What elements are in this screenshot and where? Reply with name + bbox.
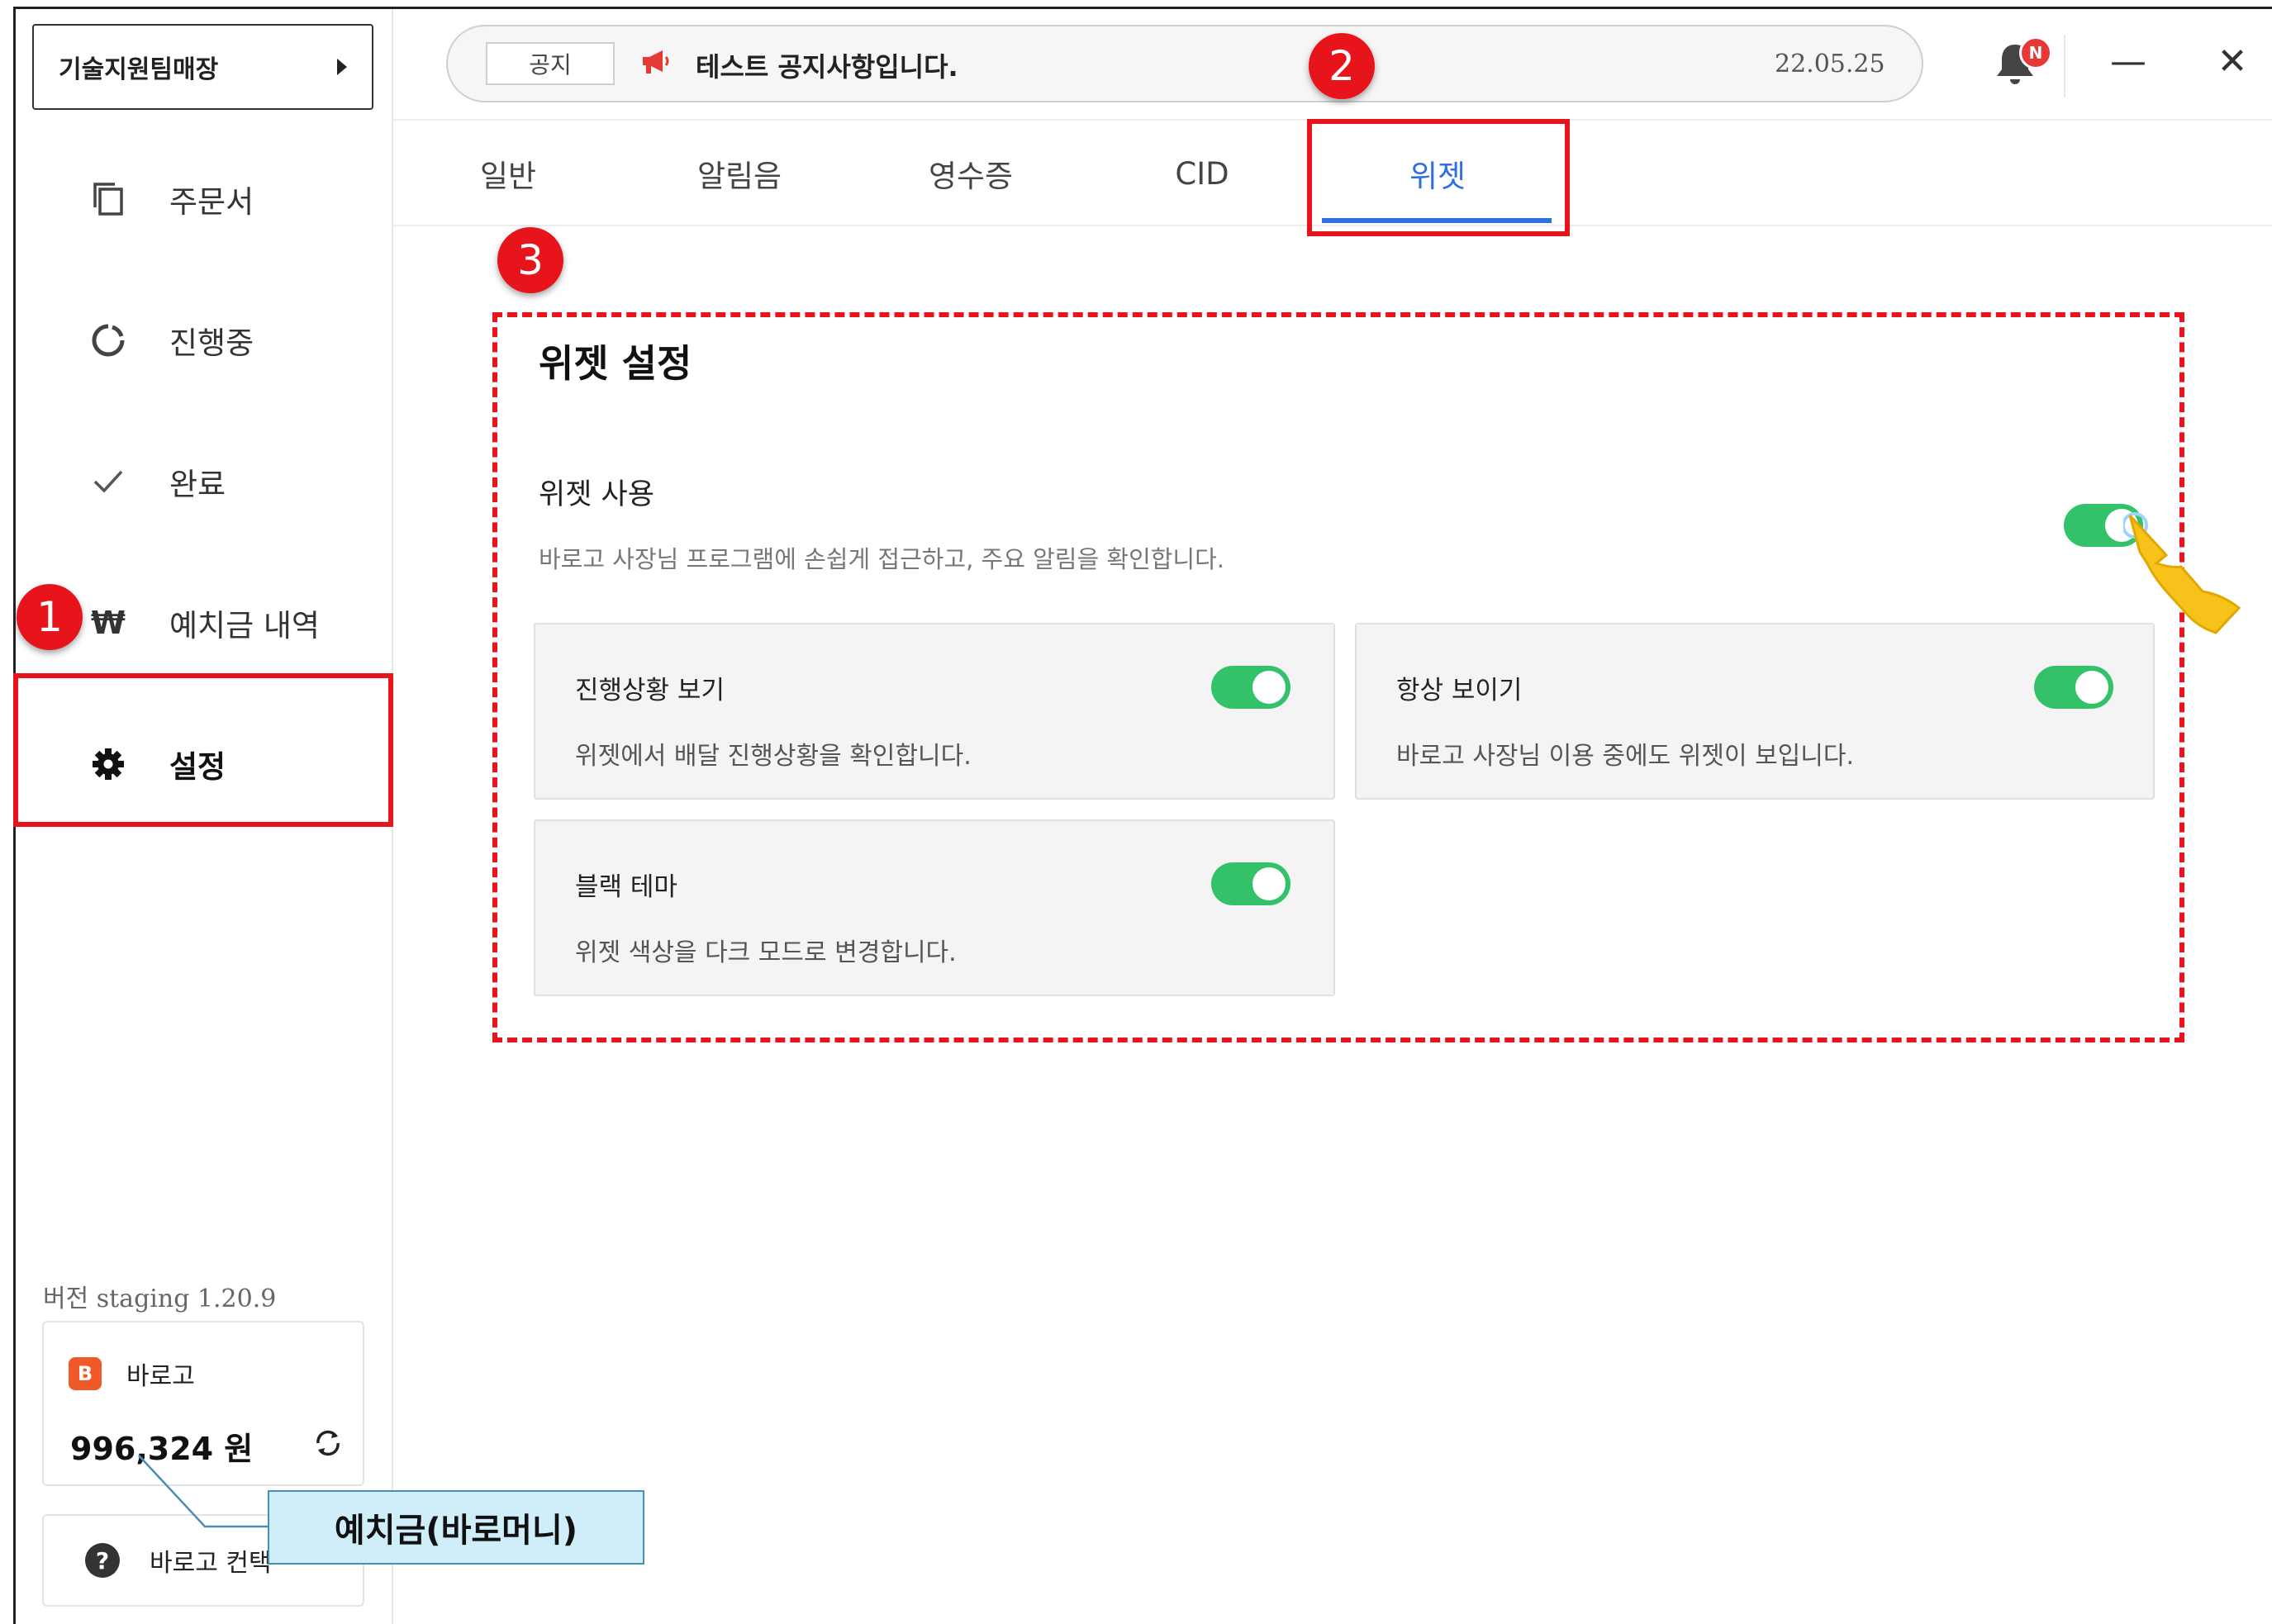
sidebar-item-completed[interactable]: 완료 [16, 440, 392, 523]
copy-icon [90, 181, 126, 217]
notice-tag: 공지 [486, 42, 615, 85]
pointing-hand-icon [2123, 512, 2241, 634]
balance-amount: 996,324 원 [70, 1431, 254, 1467]
notification-bell-icon[interactable]: N [1993, 36, 2052, 88]
sidebar-item-label: 주문서 [169, 184, 254, 220]
progress-ring-icon [90, 322, 126, 359]
annotation-box-widget-settings [492, 312, 2184, 1042]
notice-bar[interactable]: 공지 테스트 공지사항입니다. 22.05.25 [446, 25, 1923, 102]
tab-receipt[interactable]: 영수증 [909, 140, 1033, 207]
contact-label: 바로고 컨택 [150, 1549, 272, 1578]
minimize-button[interactable]: — [2103, 36, 2153, 86]
notice-text: 테스트 공지사항입니다. [696, 51, 958, 83]
sidebar-item-label: 예치금 내역 [169, 608, 320, 643]
refresh-icon[interactable] [311, 1427, 345, 1467]
balance-card: B 바로고 996,324 원 [42, 1321, 364, 1486]
tab-general[interactable]: 일반 [459, 140, 558, 207]
annotation-box-widget-tab [1307, 119, 1570, 236]
step-badge-1: 1 [17, 584, 83, 650]
help-icon: ? [85, 1543, 120, 1578]
store-selector[interactable]: 기술지원팀매장 [32, 24, 373, 110]
tab-alert-sound[interactable]: 알림음 [677, 140, 801, 207]
close-button[interactable]: ✕ [2208, 36, 2257, 86]
app-version: 버전 staging 1.20.9 [43, 1284, 277, 1313]
step-badge-2: 2 [1309, 33, 1375, 99]
caret-right-icon [337, 59, 347, 75]
notification-badge: N [2019, 36, 2052, 69]
deposit-callout: 예치금(바로머니) [268, 1490, 644, 1565]
store-name: 기술지원팀매장 [59, 55, 219, 84]
notice-date: 22.05.25 [1775, 50, 1885, 78]
step-badge-3: 3 [497, 227, 563, 293]
sidebar-item-label: 진행중 [169, 325, 254, 361]
check-icon [90, 463, 126, 500]
megaphone-icon [639, 48, 673, 83]
sidebar-item-in-progress[interactable]: 진행중 [16, 299, 392, 382]
brand-name: 바로고 [126, 1362, 195, 1391]
won-icon: ₩ [91, 605, 126, 641]
annotation-box-settings [13, 673, 393, 827]
header-divider [2064, 35, 2065, 97]
tab-cid[interactable]: CID [1148, 140, 1256, 207]
sidebar-item-orders[interactable]: 주문서 [16, 158, 392, 240]
sidebar-item-label: 완료 [169, 467, 226, 502]
barogo-logo-icon: B [69, 1357, 102, 1390]
balance-brand: B 바로고 [69, 1356, 195, 1392]
